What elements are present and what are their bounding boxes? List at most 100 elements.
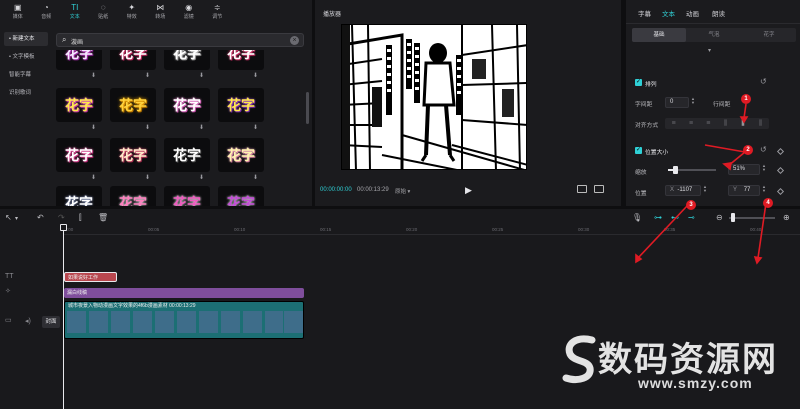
download-icon[interactable]: ⬇ — [145, 174, 150, 181]
delete-icon[interactable]: 🗑 — [98, 213, 108, 222]
pos-y-input[interactable]: Y 77 — [728, 185, 760, 196]
template-tile[interactable]: 花字 ⬇ — [164, 88, 210, 131]
magnet-icon[interactable]: ⊶ — [654, 213, 662, 222]
download-icon[interactable]: ⬇ — [253, 174, 258, 181]
annotation-badge: 4 — [763, 198, 773, 208]
tab-media[interactable]: ▣ 媒体 — [8, 0, 28, 24]
tab-sticker[interactable]: ◌ 贴纸 — [94, 0, 114, 24]
template-tile[interactable]: 花字 ⬇ — [218, 138, 264, 181]
position-checkbox[interactable]: ✓ — [635, 147, 642, 154]
align-right-icon[interactable]: ≡ — [700, 118, 717, 129]
download-icon[interactable]: ⬇ — [145, 72, 150, 79]
template-tile[interactable]: 花字 ⬇ — [56, 138, 102, 181]
template-tile[interactable]: 花字 ⬇ — [110, 50, 156, 79]
template-tile[interactable]: 花字 — [56, 186, 102, 206]
zoom-out-icon[interactable]: ⊖ — [716, 213, 723, 222]
download-icon[interactable]: ⬇ — [199, 72, 204, 79]
tab-subtitle[interactable]: 字幕 — [638, 8, 651, 18]
chevron-down-icon[interactable]: ▾ — [15, 215, 18, 222]
download-icon[interactable]: ⬇ — [253, 72, 258, 79]
template-tile[interactable]: 花字 ⬇ — [110, 138, 156, 181]
template-tile[interactable]: 花字 ⬇ — [218, 88, 264, 131]
playhead[interactable] — [63, 224, 64, 409]
ratio-select[interactable]: 原始 ▾ — [395, 187, 410, 195]
align-left-icon[interactable]: ≡ — [665, 118, 682, 129]
clear-icon[interactable]: × — [290, 36, 299, 45]
char-spacing-input[interactable]: 0 — [665, 97, 689, 108]
char-spacing-stepper[interactable]: ▲ ▼ — [691, 97, 695, 105]
tab-filter[interactable]: ◉ 滤镜 — [179, 0, 199, 24]
align-vertical-icon[interactable]: ⫼ — [734, 118, 751, 129]
tab-text-settings[interactable]: 文本 — [662, 8, 675, 18]
tab-adjust[interactable]: ≑ 调节 — [208, 0, 228, 24]
template-tile[interactable]: 花字 ⬇ — [110, 88, 156, 131]
align-center-icon[interactable]: ≡ — [682, 118, 699, 129]
sidebar-item-new-text[interactable]: • 新建文本 — [4, 32, 48, 46]
reset-icon[interactable]: ↺ — [760, 145, 767, 154]
fullscreen-icon[interactable] — [594, 185, 604, 193]
scale-stepper[interactable]: ▲ ▼ — [762, 164, 766, 172]
cover-button[interactable]: 封面 — [42, 316, 60, 328]
video-preview[interactable] — [341, 24, 527, 170]
download-icon[interactable]: ⬇ — [253, 124, 258, 131]
search-input[interactable]: ⌕ 漩画 × — [56, 33, 304, 47]
download-icon[interactable]: ⬇ — [91, 174, 96, 181]
subtab-bubble[interactable]: 气泡 — [687, 28, 741, 42]
tab-effects[interactable]: ✦ 特效 — [122, 0, 142, 24]
pos-y-stepper[interactable]: ▲ ▼ — [762, 185, 766, 193]
ruler-tick: 00:40 — [750, 227, 762, 232]
template-tile[interactable]: 花字 — [110, 186, 156, 206]
play-icon[interactable]: ▶ — [465, 185, 472, 196]
playhead-handle[interactable] — [60, 224, 67, 231]
tab-read-aloud[interactable]: 朗读 — [712, 8, 725, 18]
zoom-slider-handle[interactable] — [731, 213, 735, 222]
sidebar-item-auto-caption[interactable]: 智能字幕 — [4, 68, 48, 82]
tab-audio[interactable]: ◔ 音频 — [37, 0, 57, 24]
chevron-down-icon[interactable]: ▾ — [708, 47, 711, 54]
undo-icon[interactable]: ↶ — [37, 213, 44, 222]
template-tile[interactable]: 花字 — [164, 186, 210, 206]
zoom-slider[interactable] — [729, 217, 775, 219]
download-icon[interactable]: ⬇ — [91, 124, 96, 131]
tab-transition[interactable]: ⋈ 转场 — [151, 0, 171, 24]
preview-axis-icon[interactable]: ⊸ — [688, 213, 695, 222]
snapshot-icon[interactable] — [577, 185, 587, 193]
sidebar-item-text-template[interactable]: • 文字模板 — [4, 50, 48, 64]
sidebar-item-lyrics[interactable]: 识别歌词 — [4, 86, 48, 100]
text-sidebar: • 新建文本 • 文字模板 智能字幕 识别歌词 — [0, 30, 52, 104]
tab-text[interactable]: TI 文本 — [65, 0, 85, 24]
template-tile[interactable]: 花字 ⬇ — [164, 50, 210, 79]
template-tile[interactable]: 花字 ⬇ — [164, 138, 210, 181]
template-tile[interactable]: 花字 — [218, 186, 264, 206]
align-top-icon[interactable]: ⫼ — [717, 118, 734, 129]
link-icon[interactable]: ⊷ — [671, 213, 679, 222]
scale-slider-handle[interactable] — [673, 166, 678, 174]
subtab-fancy-text[interactable]: 花字 — [742, 28, 796, 42]
download-icon[interactable]: ⬇ — [199, 174, 204, 181]
template-scrollbar[interactable] — [306, 92, 309, 124]
time-ruler[interactable]: 00:00 00:05 00:10 00:15 00:20 00:25 00:3… — [62, 225, 800, 235]
microphone-icon[interactable]: 🎙 — [632, 213, 642, 222]
template-tile[interactable]: 花字 ⬇ — [56, 50, 102, 79]
template-tile[interactable]: 花字 ⬇ — [218, 50, 264, 79]
template-tile[interactable]: 花字 ⬇ — [56, 88, 102, 131]
download-icon[interactable]: ⬇ — [199, 124, 204, 131]
pos-x-stepper[interactable]: ▲ ▼ — [703, 185, 707, 193]
pos-x-input[interactable]: X -1107 — [665, 185, 701, 196]
zoom-in-icon[interactable]: ⊕ — [783, 213, 790, 222]
align-label: 对齐方式 — [635, 123, 659, 129]
effect-clip[interactable]: 漏白线稿 — [64, 288, 304, 298]
redo-icon[interactable]: ↷ — [58, 213, 65, 222]
reset-icon[interactable]: ↺ — [760, 77, 767, 86]
mute-icon[interactable]: ◂) — [25, 317, 31, 325]
select-cursor-icon[interactable]: ↖ — [5, 213, 12, 222]
download-icon[interactable]: ⬇ — [145, 124, 150, 131]
subtab-basic[interactable]: 基础 — [632, 28, 686, 42]
tab-animation[interactable]: 动画 — [686, 8, 699, 18]
split-icon[interactable]: ⫿ — [79, 213, 82, 223]
align-bottom-icon[interactable]: ⫼ — [752, 118, 769, 129]
scale-input[interactable]: 51% — [728, 164, 760, 175]
arrange-checkbox[interactable]: ✓ — [635, 79, 642, 86]
download-icon[interactable]: ⬇ — [91, 72, 96, 79]
text-clip[interactable]: 如果说好工作 — [64, 272, 117, 282]
